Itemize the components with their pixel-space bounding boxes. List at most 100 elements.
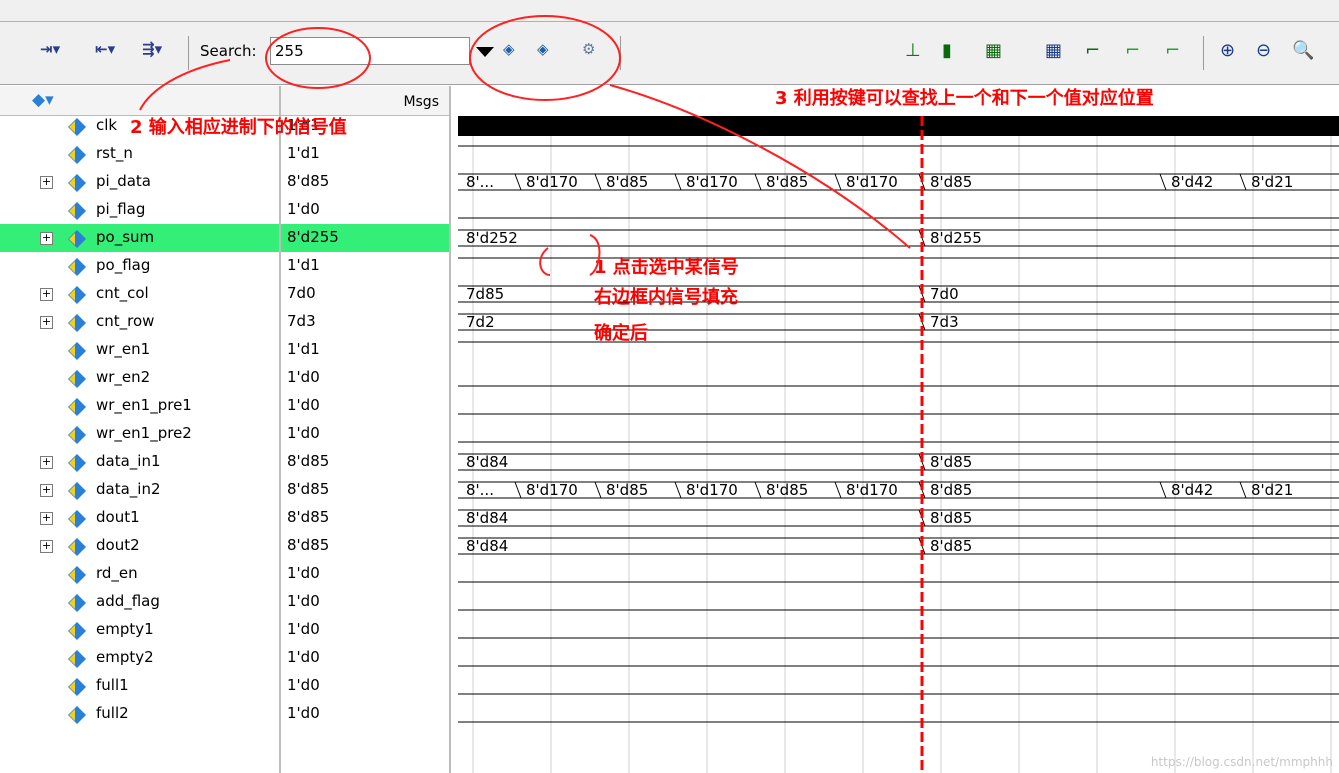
signal-name: wr_en1	[96, 340, 151, 358]
zoom-fit-icon[interactable]: 🔍	[1292, 40, 1314, 61]
separator	[188, 36, 189, 70]
signal-value-row: 1'd0	[281, 420, 449, 448]
signal-value-row: 1'd0	[281, 644, 449, 672]
signal-row[interactable]: + pi_data	[0, 168, 279, 196]
chevron-down-icon[interactable]	[476, 47, 494, 57]
bar-icon[interactable]: ▮	[942, 40, 952, 61]
bus-value: 8'd21	[1251, 173, 1293, 191]
binoculars-next-icon[interactable]: ◈	[537, 40, 549, 58]
bus-value: 8'd170	[686, 173, 738, 191]
signal-icon	[67, 705, 86, 724]
bus-value: 8'd85	[930, 173, 972, 191]
grid-icon[interactable]: ▦	[1045, 40, 1062, 61]
signal-name: empty2	[96, 648, 154, 666]
signal-name: data_in1	[96, 452, 161, 470]
expand-icon[interactable]: +	[40, 232, 53, 245]
bus-value: 8'd85	[930, 537, 972, 555]
waveform-canvas[interactable]: 8'... 8'd170 8'd85 8'd170 8'd85 8'd170 8'd85 8'…	[453, 86, 1339, 773]
signal-row[interactable]: add_flag	[0, 588, 279, 616]
signal-value-row: 8'd85	[281, 532, 449, 560]
signal-icon	[67, 593, 86, 612]
zoom-out-icon[interactable]: ⊖	[1256, 40, 1271, 61]
signal-row[interactable]: wr_en1_pre1	[0, 392, 279, 420]
binoculars-prev-icon[interactable]: ◈	[503, 40, 515, 58]
signal-name: wr_en2	[96, 368, 151, 386]
bus-value: 8'd85	[930, 481, 972, 499]
signal-icon	[67, 117, 86, 136]
signal-row[interactable]: wr_en1_pre2	[0, 420, 279, 448]
bus-transition	[514, 173, 522, 191]
edge-icon-2[interactable]: ⌐	[1125, 40, 1140, 61]
expand-icon[interactable]: +	[40, 316, 53, 329]
edge-icon-3[interactable]: ⌐	[1165, 40, 1180, 61]
bus-transition	[754, 173, 762, 191]
signal-icon	[67, 537, 86, 556]
expand-icon[interactable]: +	[40, 456, 53, 469]
signal-name: dout2	[96, 536, 140, 554]
signal-row[interactable]: full1	[0, 672, 279, 700]
bus-value: 8'd85	[930, 509, 972, 527]
bus-value: 8'd255	[930, 229, 982, 247]
annotation-step1: 1 点击选中某信号	[594, 257, 739, 278]
signal-row[interactable]: + cnt_col	[0, 280, 279, 308]
clock-wave	[458, 116, 1339, 136]
bus-value: 8'd21	[1251, 481, 1293, 499]
find-settings-icon[interactable]: ⇶▾	[142, 40, 162, 58]
signal-value: 1'd0	[287, 704, 320, 722]
signal-value: 8'd85	[287, 480, 330, 498]
signal-icon	[67, 369, 86, 388]
signal-row[interactable]: full2	[0, 700, 279, 728]
signal-icon	[67, 621, 86, 640]
annotation-step2: 2 输入相应进制下的信号值	[130, 117, 347, 138]
search-input[interactable]: 255	[270, 37, 470, 65]
expand-icon[interactable]: +	[40, 288, 53, 301]
find-prev-icon[interactable]: ⇥▾	[40, 40, 60, 58]
signal-row[interactable]: + data_in1	[0, 448, 279, 476]
signal-value-row: 1'd1	[281, 336, 449, 364]
signal-row[interactable]: wr_en1	[0, 336, 279, 364]
bus-transition	[754, 481, 762, 499]
waveform-window: ⇥▾ ⇤▾ ⇶▾ Search: 255 ◈ ◈ ⚙ ⊥ ▮ ▦ ▦ ⌐ ⌐ ⌐…	[0, 0, 1339, 773]
signal-row[interactable]: + dout1	[0, 504, 279, 532]
signal-row[interactable]: wr_en2	[0, 364, 279, 392]
signal-row[interactable]: po_flag	[0, 252, 279, 280]
signal-value: 1'd0	[287, 676, 320, 694]
expand-icon[interactable]: +	[40, 176, 53, 189]
signal-value: 8'd85	[287, 508, 330, 526]
signal-row[interactable]: + data_in2	[0, 476, 279, 504]
expand-icon[interactable]: +	[40, 484, 53, 497]
signal-row[interactable]: + po_sum	[0, 224, 279, 252]
zoom-in-icon[interactable]: ⊕	[1220, 40, 1235, 61]
signal-name: pi_flag	[96, 200, 146, 218]
signal-name: full1	[96, 676, 129, 694]
signal-value: 7d3	[287, 312, 316, 330]
signal-icon	[67, 341, 86, 360]
bars-icon[interactable]: ▦	[985, 40, 1002, 61]
signal-icon	[67, 201, 86, 220]
signal-row[interactable]: + dout2	[0, 532, 279, 560]
bus-transition	[834, 173, 842, 191]
signal-row[interactable]: rd_en	[0, 560, 279, 588]
signal-menu-icon[interactable]: ◆▾	[32, 90, 54, 110]
cursor-icon[interactable]: ⊥	[905, 40, 921, 61]
edge-icon[interactable]: ⌐	[1085, 40, 1100, 61]
bus-transition	[1159, 481, 1167, 499]
bus-value: 8'd252	[466, 229, 518, 247]
signal-value-row: 8'd85	[281, 168, 449, 196]
value-panel: Msgs 1'd1 1'd1 8'd85 1'd0 8'd255 1'd1 7d0 7d3 1'…	[281, 86, 451, 773]
search-tool-icon[interactable]: ⚙	[582, 40, 595, 58]
signal-icon	[67, 509, 86, 528]
expand-icon[interactable]: +	[40, 512, 53, 525]
signal-row[interactable]: empty2	[0, 644, 279, 672]
find-next-icon[interactable]: ⇤▾	[95, 40, 115, 58]
signal-value-row: 1'd0	[281, 700, 449, 728]
bus-transition	[1159, 173, 1167, 191]
signal-row[interactable]: pi_flag	[0, 196, 279, 224]
signal-row[interactable]: rst_n	[0, 140, 279, 168]
expand-icon[interactable]: +	[40, 540, 53, 553]
signal-row[interactable]: + cnt_row	[0, 308, 279, 336]
signal-value-row: 1'd0	[281, 672, 449, 700]
signal-name: empty1	[96, 620, 154, 638]
signal-row[interactable]: empty1	[0, 616, 279, 644]
bus-value: 7d2	[466, 313, 495, 331]
